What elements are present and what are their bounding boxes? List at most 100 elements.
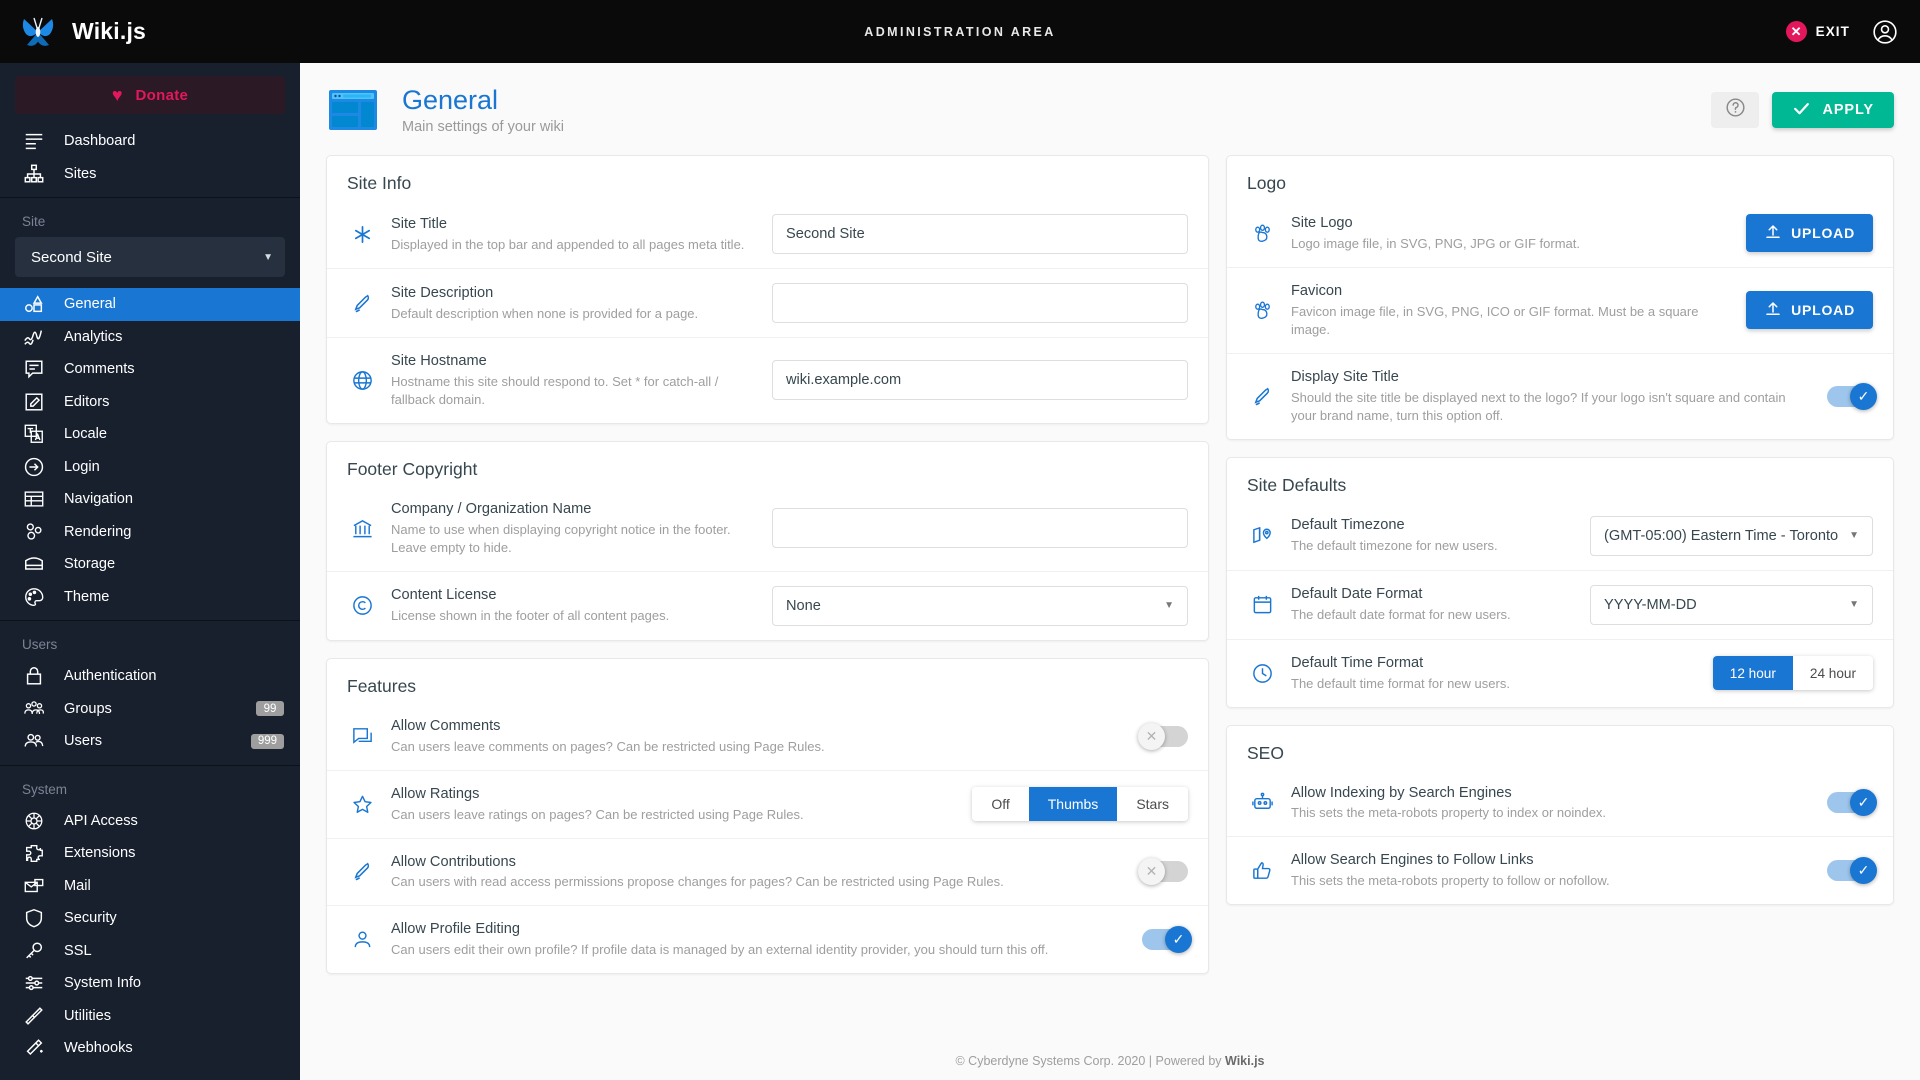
screwdriver-icon xyxy=(22,1004,45,1027)
chevron-down-icon: ▼ xyxy=(1849,599,1859,611)
star-icon xyxy=(347,793,377,816)
logo-title: Logo xyxy=(1247,173,1286,193)
sidebar-item-system-info[interactable]: System Info xyxy=(0,967,300,1000)
sidebar-item-utilities[interactable]: Utilities xyxy=(0,1000,300,1033)
site-defaults-card: Site Defaults Default Timezone The defau xyxy=(1226,456,1894,708)
check-icon xyxy=(1792,99,1811,122)
sidebar-item-mail[interactable]: Mail xyxy=(0,870,300,903)
seo-title: SEO xyxy=(1247,742,1284,763)
settings-content: Site Info Site Title Displayed in the to… xyxy=(300,155,1920,1040)
sidebar-item-editors[interactable]: Editors xyxy=(0,386,300,419)
sidebar-item-analytics[interactable]: Analytics xyxy=(0,321,300,354)
site-description-control xyxy=(772,283,1188,323)
sidebar-item-storage[interactable]: Storage xyxy=(0,548,300,581)
sidebar-item-security[interactable]: Security xyxy=(0,902,300,935)
page-footer: © Cyberdyne Systems Corp. 2020 | Powered… xyxy=(300,1040,1920,1080)
apply-button[interactable]: APPLY xyxy=(1772,92,1894,128)
close-circle-icon: ✕ xyxy=(1785,21,1807,42)
ratings-option-stars[interactable]: Stars xyxy=(1117,787,1188,822)
donate-container: ♥ Donate xyxy=(0,63,300,125)
seo-card: SEO Allow Indexing by Search Engines Thi… xyxy=(1226,724,1894,906)
sidebar-item-sites[interactable]: Sites xyxy=(0,158,300,191)
row-label: Default Timezone xyxy=(1291,517,1405,534)
sidebar-item-ssl[interactable]: SSL xyxy=(0,935,300,968)
time-format-option-24h[interactable]: 24 hour xyxy=(1792,656,1873,691)
row-label: Site Hostname xyxy=(391,353,487,369)
sidebar-label: Login xyxy=(64,458,100,475)
footer-brand: Wiki.js xyxy=(1225,1054,1265,1068)
company-name-input[interactable] xyxy=(772,508,1188,549)
sidebar-item-groups[interactable]: Groups 99 xyxy=(0,693,300,726)
allow-profile-editing-toggle[interactable]: ✓ xyxy=(1142,926,1192,954)
allow-comments-toggle[interactable]: ✕ xyxy=(1138,722,1188,750)
sidebar-item-theme[interactable]: Theme xyxy=(0,581,300,614)
sidebar-item-authentication[interactable]: Authentication xyxy=(0,660,300,693)
exit-button[interactable]: ✕ EXIT xyxy=(1785,21,1850,42)
row-description: Logo image file, in SVG, PNG, JPG or GIF… xyxy=(1291,235,1580,251)
sidebar-label: Extensions xyxy=(64,845,136,862)
sidebar-item-comments[interactable]: Comments xyxy=(0,353,300,386)
favicon-control: UPLOAD xyxy=(1746,291,1873,330)
time-format-option-12h[interactable]: 12 hour xyxy=(1712,656,1793,691)
map-marker-icon xyxy=(1247,524,1277,547)
admin-area-title: ADMINISTRATION AREA xyxy=(864,24,1056,39)
sidebar-item-navigation[interactable]: Navigation xyxy=(0,483,300,516)
row-description: Can users with read access permissions p… xyxy=(391,874,1004,890)
help-button[interactable] xyxy=(1711,92,1760,128)
calendar-icon xyxy=(1247,593,1277,616)
sidebar-label: Webhooks xyxy=(64,1040,133,1057)
wand-icon xyxy=(22,1037,45,1060)
editors-icon xyxy=(22,390,45,413)
display-site-title-row: Display Site Title Should the site title… xyxy=(1227,352,1893,439)
content-license-select[interactable]: None ▼ xyxy=(772,585,1188,626)
account-circle-icon[interactable] xyxy=(1872,19,1898,45)
page-title: General xyxy=(402,84,499,115)
display-site-title-text: Display Site Title Should the site title… xyxy=(1291,368,1813,425)
sidebar-item-webhooks[interactable]: Webhooks xyxy=(0,1032,300,1065)
footer-text: © Cyberdyne Systems Corp. 2020 | Powered… xyxy=(955,1054,1226,1068)
divider xyxy=(0,764,300,766)
site-title-control xyxy=(772,214,1188,254)
default-timezone-select[interactable]: (GMT-05:00) Eastern Time - Toronto ▼ xyxy=(1590,515,1873,556)
content-license-row: Content License License shown in the foo… xyxy=(327,570,1208,640)
toggle-knob: ✕ xyxy=(1138,722,1165,750)
row-description: Can users edit their own profile? If pro… xyxy=(391,942,1049,958)
default-time-format-control: 12 hour 24 hour xyxy=(1712,656,1873,691)
sidebar-item-login[interactable]: Login xyxy=(0,451,300,484)
favicon-upload-button[interactable]: UPLOAD xyxy=(1746,291,1873,330)
site-title-input[interactable] xyxy=(772,214,1188,254)
sidebar-label: Analytics xyxy=(64,328,123,345)
default-date-format-row: Default Date Format The default date for… xyxy=(1227,569,1893,639)
users-badge: 999 xyxy=(250,733,284,749)
site-logo-upload-button[interactable]: UPLOAD xyxy=(1746,214,1873,253)
sidebar-item-locale[interactable]: Locale xyxy=(0,418,300,451)
browser-window-icon xyxy=(326,83,380,137)
site-description-input[interactable] xyxy=(772,283,1188,323)
site-selector[interactable]: Second Site ▼ xyxy=(15,237,285,277)
ratings-option-off[interactable]: Off xyxy=(972,787,1029,822)
sidebar-item-rendering[interactable]: Rendering xyxy=(0,516,300,549)
features-card: Features Allow Comments Can users leave … xyxy=(326,657,1209,975)
sidebar-item-extensions[interactable]: Extensions xyxy=(0,837,300,870)
donate-button[interactable]: ♥ Donate xyxy=(15,76,285,114)
allow-indexing-text: Allow Indexing by Search Engines This se… xyxy=(1291,784,1813,823)
allow-indexing-toggle[interactable]: ✓ xyxy=(1827,789,1877,817)
groups-badge: 99 xyxy=(256,701,284,717)
copyright-icon xyxy=(347,594,377,617)
allow-contributions-toggle[interactable]: ✕ xyxy=(1138,858,1188,886)
sidebar-item-general[interactable]: General xyxy=(0,288,300,321)
row-description: Hostname this site should respond to. Se… xyxy=(391,373,719,407)
sidebar-item-api-access[interactable]: API Access xyxy=(0,805,300,838)
ratings-option-thumbs[interactable]: Thumbs xyxy=(1028,787,1118,822)
mail-icon xyxy=(22,874,45,897)
allow-follow-links-toggle[interactable]: ✓ xyxy=(1827,857,1877,885)
row-label: Allow Comments xyxy=(391,717,501,734)
page-subtitle: Main settings of your wiki xyxy=(402,119,564,136)
display-site-title-toggle[interactable]: ✓ xyxy=(1827,382,1877,410)
sidebar-item-users[interactable]: Users 999 xyxy=(0,725,300,758)
site-hostname-input[interactable] xyxy=(772,360,1188,401)
sidebar-item-dashboard[interactable]: Dashboard xyxy=(0,125,300,158)
comments-icon xyxy=(22,358,45,381)
default-date-format-select[interactable]: YYYY-MM-DD ▼ xyxy=(1590,584,1873,625)
page-header: General Main settings of your wiki APPLY xyxy=(300,63,1920,155)
